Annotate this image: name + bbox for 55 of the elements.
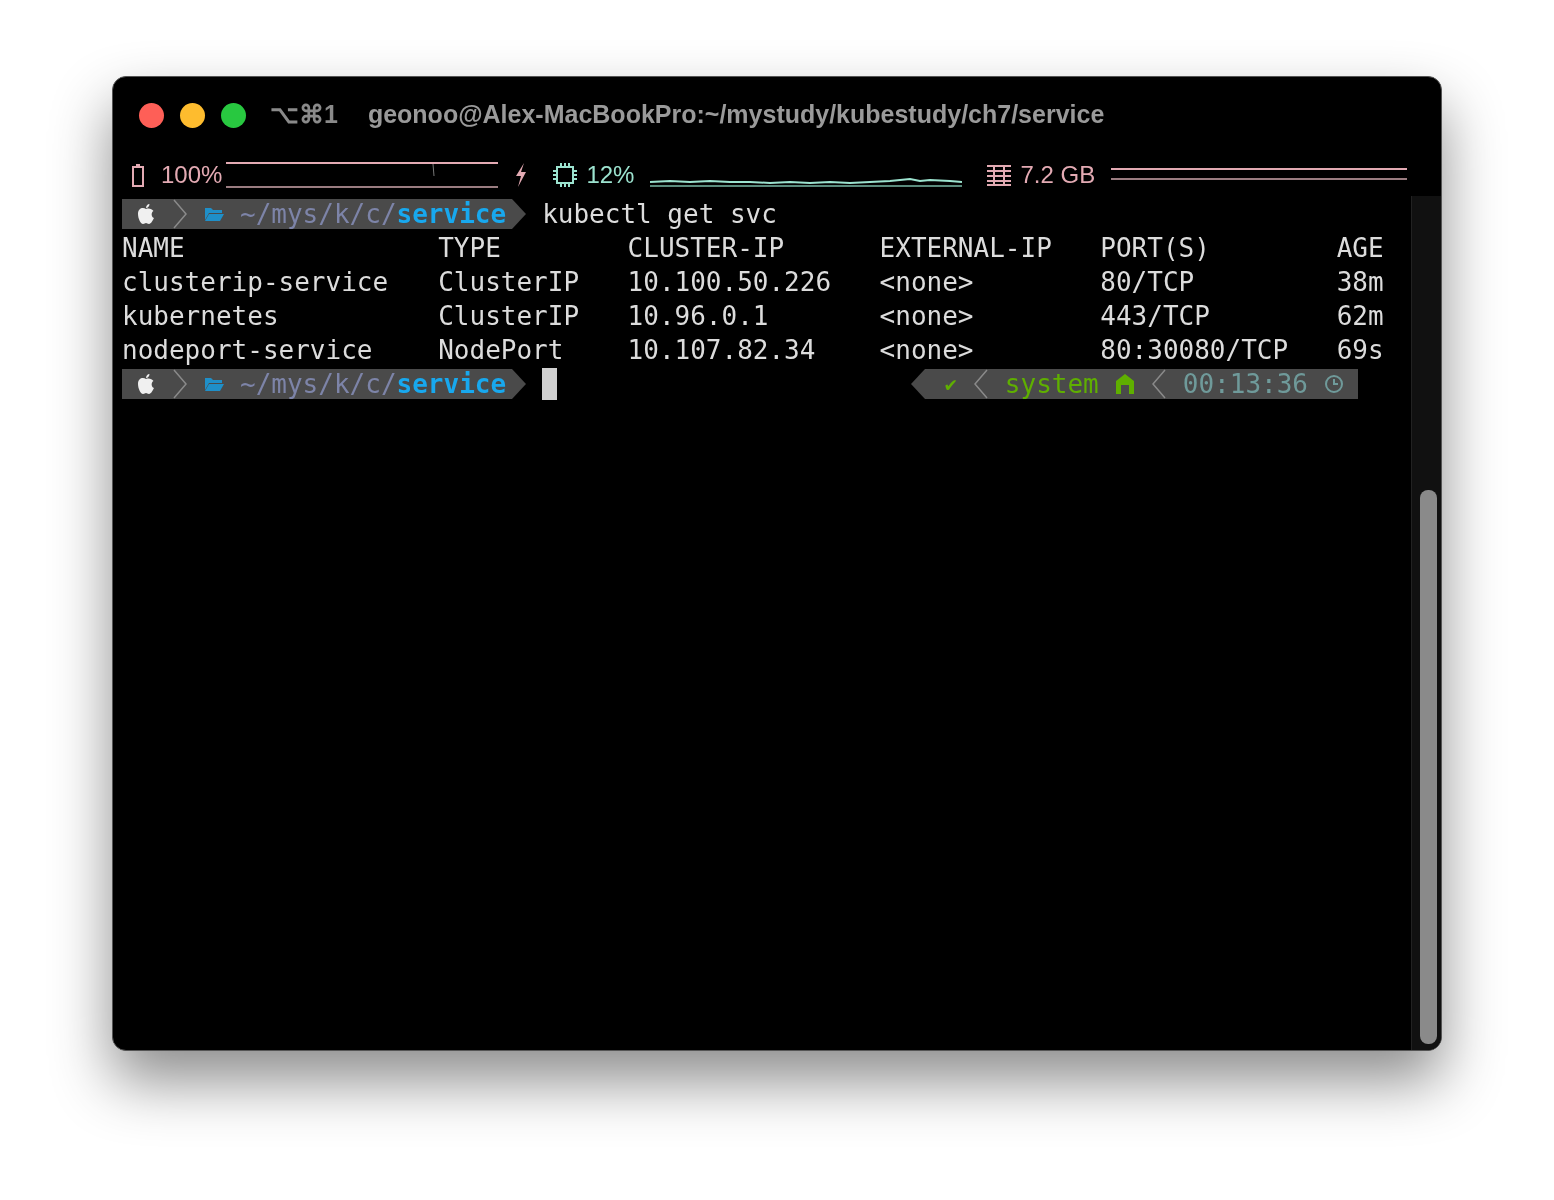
- column-header: EXTERNAL-IP: [879, 232, 1053, 265]
- close-button[interactable]: [139, 102, 164, 128]
- chevron-icon: [1150, 369, 1167, 399]
- text-cursor: [542, 368, 558, 400]
- table-cell-text: NodePort: [438, 334, 565, 367]
- scrollbar[interactable]: [1411, 196, 1441, 1050]
- memory-usage: 7.2 GB: [1020, 160, 1096, 190]
- tab-shortcut: ⌥⌘1: [270, 99, 338, 131]
- cpu-icon: [552, 162, 579, 188]
- path-text: ~/mys/k/c/service: [240, 368, 507, 401]
- table-cell-text: 38m: [1336, 266, 1385, 299]
- home-icon: [1114, 373, 1135, 395]
- table-cell-text: kubernetes: [122, 300, 280, 333]
- column-header: AGE: [1336, 232, 1385, 265]
- scrollbar-thumb[interactable]: [1420, 490, 1437, 1044]
- folder-icon: [204, 376, 224, 392]
- time-text: 00:13:36: [1182, 368, 1308, 401]
- table-cell-text: 443/TCP: [1100, 300, 1211, 333]
- apple-icon: [136, 203, 156, 225]
- table-cell-text: ClusterIP: [438, 266, 581, 299]
- table-cell-text: <none>: [879, 266, 975, 299]
- lightning-icon: [514, 162, 529, 188]
- context-text: system: [1004, 368, 1099, 401]
- command-text: kubectl get svc: [542, 198, 777, 231]
- table-cell-text: 10.100.50.226: [627, 266, 833, 299]
- column-header: TYPE: [438, 232, 502, 265]
- chevron-icon: [172, 369, 188, 399]
- zoom-button[interactable]: [221, 102, 246, 128]
- table-cell-text: clusterip-service: [122, 266, 390, 299]
- column-header: NAME: [122, 232, 186, 265]
- battery-icon: [131, 163, 145, 187]
- window-title: geonoo@Alex-MacBookPro:~/mystudy/kubestudy/ch7/service: [367, 99, 1105, 131]
- path-text: ~/mys/k/c/service: [240, 198, 507, 231]
- cpu-percent: 12%: [586, 160, 635, 190]
- table-cell-text: 62m: [1336, 300, 1385, 333]
- table-cell-text: 80:30080/TCP: [1100, 334, 1290, 367]
- table-cell-text: ClusterIP: [438, 300, 581, 333]
- column-header: CLUSTER-IP: [627, 232, 786, 265]
- table-cell-text: 69s: [1336, 334, 1385, 367]
- table-cell-text: 10.107.82.34: [627, 334, 817, 367]
- table-cell-text: <none>: [879, 300, 975, 333]
- status-check: ✔: [944, 371, 957, 398]
- apple-icon: [136, 373, 156, 395]
- memory-icon: [986, 164, 1013, 186]
- chevron-icon: [972, 369, 989, 399]
- table-cell-text: nodeport-service: [122, 334, 374, 367]
- table-cell-text: 80/TCP: [1100, 266, 1196, 299]
- minimize-button[interactable]: [180, 102, 205, 128]
- battery-percent: 100%: [161, 160, 223, 190]
- table-cell-text: 10.96.0.1: [627, 300, 770, 333]
- folder-icon: [204, 206, 224, 222]
- table-cell-text: <none>: [879, 334, 975, 367]
- column-header: PORT(S): [1100, 232, 1211, 265]
- chevron-icon: [172, 199, 188, 229]
- clock-icon: [1324, 374, 1344, 394]
